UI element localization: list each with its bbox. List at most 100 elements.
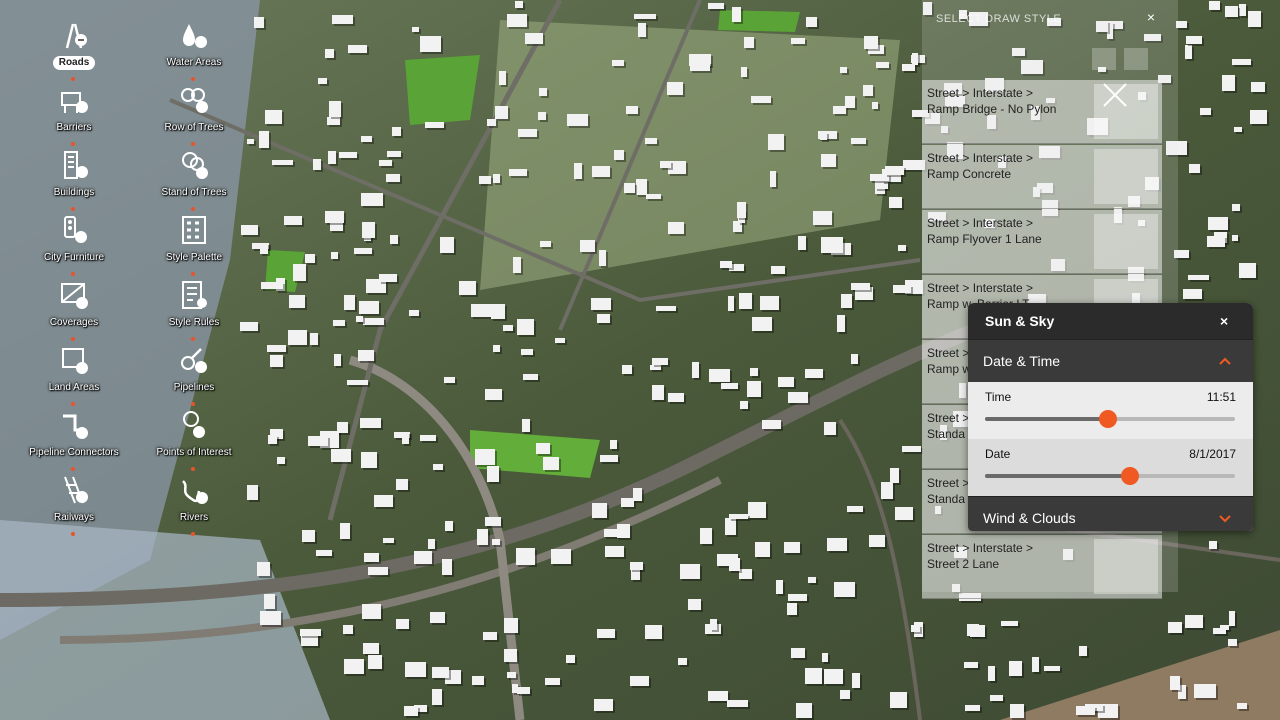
draw-style-item[interactable]: Street > Interstate > Ramp Concrete bbox=[922, 145, 1162, 209]
tool-pipeline-connectors-button[interactable]: Pipeline Connectors bbox=[14, 408, 134, 471]
sun-sky-close-button[interactable]: × bbox=[1220, 313, 1228, 329]
building-footprint bbox=[1238, 262, 1257, 279]
list-view-icon[interactable] bbox=[1124, 48, 1148, 70]
building-footprint bbox=[412, 26, 420, 32]
building-footprint bbox=[611, 60, 625, 66]
tool-label: Pipeline Connectors bbox=[29, 447, 119, 458]
chevron-up-icon bbox=[1219, 357, 1231, 365]
building-footprint bbox=[459, 281, 477, 296]
grid-view-icon[interactable] bbox=[1092, 48, 1116, 70]
building-footprint bbox=[964, 705, 980, 711]
tool-indicator-dot bbox=[191, 532, 195, 536]
tool-row-of-trees-button[interactable]: Row of Trees bbox=[134, 83, 254, 146]
building-footprint bbox=[752, 317, 773, 332]
building-footprint bbox=[832, 105, 847, 115]
building-footprint bbox=[359, 417, 382, 429]
sun-sky-panel: Sun & Sky × Date & Time Time 11:51 Date … bbox=[968, 303, 1253, 531]
draw-style-item[interactable]: Street > Interstate > Ramp Flyover 1 Lane bbox=[922, 210, 1162, 274]
building-footprint bbox=[667, 393, 685, 402]
building-footprint bbox=[555, 337, 566, 343]
building-footprint bbox=[550, 548, 571, 565]
building-footprint bbox=[263, 594, 275, 609]
building-footprint bbox=[690, 61, 711, 71]
building-footprint bbox=[667, 82, 683, 95]
building-footprint bbox=[535, 442, 551, 454]
building-footprint bbox=[740, 400, 749, 409]
tool-railways-button[interactable]: Railways bbox=[14, 473, 134, 536]
date-slider[interactable] bbox=[985, 467, 1235, 485]
building-footprint bbox=[725, 518, 736, 536]
building-footprint bbox=[892, 284, 912, 293]
building-footprint bbox=[276, 456, 285, 465]
building-footprint bbox=[343, 624, 353, 634]
tool-pipelines-button[interactable]: Pipelines bbox=[134, 343, 254, 406]
tool-buildings-button[interactable]: Buildings bbox=[14, 148, 134, 211]
points-of-interest-icon bbox=[177, 408, 211, 442]
building-footprint bbox=[678, 658, 687, 666]
tool-style-rules-button[interactable]: Style Rules bbox=[134, 278, 254, 341]
building-footprint bbox=[776, 580, 784, 595]
building-footprint bbox=[749, 368, 758, 376]
sun-sky-header: Sun & Sky × bbox=[968, 303, 1253, 339]
tool-indicator-dot bbox=[191, 77, 195, 81]
building-footprint bbox=[871, 101, 879, 110]
tool-coverages-button[interactable]: Coverages bbox=[14, 278, 134, 341]
building-footprint bbox=[346, 379, 368, 385]
draw-style-close-button[interactable]: × bbox=[1144, 10, 1158, 24]
date-slider-handle[interactable] bbox=[1121, 467, 1139, 485]
time-slider[interactable] bbox=[985, 410, 1235, 428]
draw-style-item-text: Street > Interstate > Ramp Concrete bbox=[927, 150, 1077, 182]
building-footprint bbox=[988, 666, 995, 682]
building-footprint bbox=[378, 160, 392, 167]
building-footprint bbox=[591, 165, 610, 177]
building-footprint bbox=[483, 632, 497, 640]
building-footprint bbox=[739, 568, 752, 580]
wind-clouds-section-header[interactable]: Wind & Clouds bbox=[968, 496, 1253, 531]
time-slider-handle[interactable] bbox=[1098, 410, 1117, 428]
tool-city-furniture-button[interactable]: City Furniture bbox=[14, 213, 134, 276]
building-footprint bbox=[439, 237, 455, 254]
building-footprint bbox=[334, 353, 341, 366]
tool-land-areas-button[interactable]: Land Areas bbox=[14, 343, 134, 406]
building-footprint bbox=[474, 448, 495, 466]
tool-label: Water Areas bbox=[166, 57, 222, 68]
draw-style-item[interactable]: Street > Interstate > Street 2 Lane bbox=[922, 535, 1162, 599]
tool-points-of-interest-button[interactable]: Points of Interest bbox=[134, 408, 254, 471]
building-footprint bbox=[727, 700, 749, 707]
building-footprint bbox=[428, 539, 435, 549]
building-footprint bbox=[826, 537, 848, 552]
tool-style-palette-button[interactable]: Style Palette bbox=[134, 213, 254, 276]
building-footprint bbox=[614, 149, 625, 160]
buildings-icon bbox=[57, 148, 91, 182]
building-footprint bbox=[894, 506, 913, 521]
building-footprint bbox=[471, 675, 484, 686]
tool-indicator-dot bbox=[71, 402, 75, 406]
building-footprint bbox=[620, 497, 634, 507]
building-footprint bbox=[805, 17, 817, 27]
date-time-section-header[interactable]: Date & Time bbox=[968, 339, 1253, 382]
building-footprint bbox=[487, 118, 496, 126]
building-footprint bbox=[1170, 675, 1181, 691]
building-footprint bbox=[521, 418, 530, 433]
date-time-section-label: Date & Time bbox=[983, 353, 1061, 369]
tool-water-areas-button[interactable]: Water Areas bbox=[134, 18, 254, 81]
building-footprint bbox=[707, 2, 724, 9]
tool-barriers-button[interactable]: Barriers bbox=[14, 83, 134, 146]
row-of-trees-icon bbox=[177, 83, 211, 117]
tool-roads-button[interactable]: Roads bbox=[14, 18, 134, 81]
building-footprint bbox=[539, 240, 551, 247]
building-footprint bbox=[333, 319, 346, 326]
building-footprint bbox=[823, 668, 844, 685]
building-footprint bbox=[841, 293, 852, 309]
tool-indicator-dot bbox=[191, 142, 195, 146]
water-areas-icon bbox=[177, 18, 211, 52]
time-slider-fill bbox=[985, 417, 1108, 421]
tool-rivers-button[interactable]: Rivers bbox=[134, 473, 254, 536]
building-footprint bbox=[477, 529, 489, 545]
building-footprint bbox=[1001, 621, 1018, 627]
building-footprint bbox=[509, 169, 528, 176]
tool-stand-of-trees-button[interactable]: Stand of Trees bbox=[134, 148, 254, 211]
building-footprint bbox=[361, 604, 381, 619]
building-footprint bbox=[755, 542, 771, 557]
building-footprint bbox=[864, 35, 879, 49]
